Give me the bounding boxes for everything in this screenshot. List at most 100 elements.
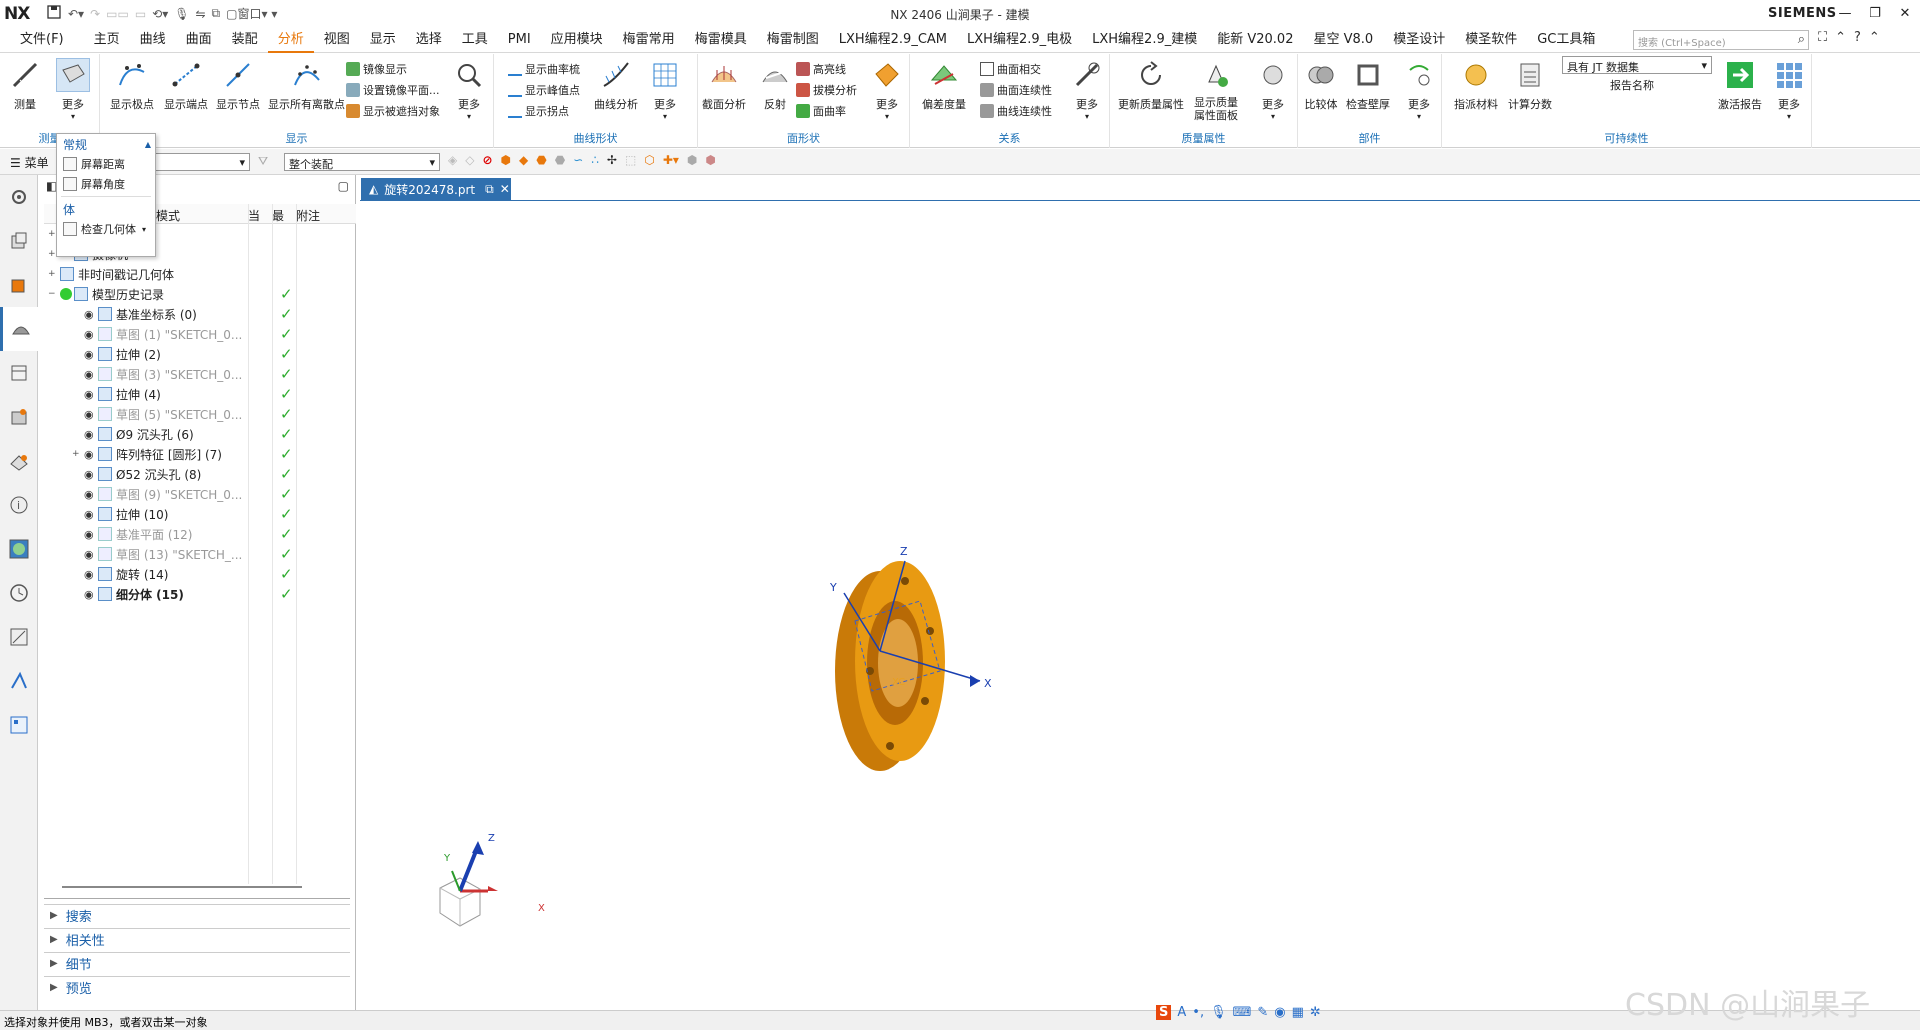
fullscreen-icon[interactable]: ⛶ [1818,30,1827,45]
solid-body-icon[interactable]: ⬢ [501,153,511,167]
tree-row[interactable]: ◉ 拉伸 (10) ✓ [44,504,356,524]
ribbon-tab[interactable]: 选择 [406,27,452,53]
shaded-icon[interactable]: ⬢ [687,153,697,167]
ribbon-tab[interactable]: 曲面 [176,27,222,53]
command-search-input[interactable]: 搜索 (Ctrl+Space) ⌕ [1633,30,1809,50]
repeat-command-icon[interactable]: ⟲▾ [152,7,168,21]
ribbon-tab[interactable]: 工具 [452,27,498,53]
show-inflections-button[interactable]: 显示拐点 [508,102,569,120]
navigator-section[interactable]: ▶ 细节 [44,952,350,974]
visibility-eye-icon[interactable]: ◉ [84,548,98,561]
tab-close-icon[interactable]: ✕ [500,182,510,196]
edge-icon[interactable]: ⬢ [705,153,715,167]
measure-button[interactable]: 测量 [8,58,42,112]
window-switch-icon[interactable]: ⧉ [212,6,221,21]
hd3d-tools-icon[interactable] [0,395,38,439]
restore-icon[interactable]: ❐ [1860,0,1890,27]
draft-analysis-button[interactable]: 拔模分析 [796,81,857,99]
more-face-button[interactable]: 更多 ▾ [870,58,904,121]
microphone-icon[interactable]: 🎙 [174,7,189,21]
tree-row[interactable]: ◉ Ø9 沉头孔 (6) ✓ [44,424,356,444]
more-mass-button[interactable]: 更多 ▾ [1256,58,1290,121]
section-analysis-button[interactable]: 截面分析 [702,58,746,112]
tree-row[interactable]: + 非时间戳记几何体 [44,264,356,284]
check-wall-button[interactable]: 检查壁厚 [1346,58,1390,112]
tree-row[interactable]: ◉ 拉伸 (4) ✓ [44,384,356,404]
ime-voice-icon[interactable]: 🎙 [1210,1005,1227,1020]
copy-icon[interactable]: ▭▭ [106,7,129,21]
calc-score-button[interactable]: 计算分数 [1508,58,1552,112]
visibility-eye-icon[interactable]: ◉ [84,448,98,461]
tree-row[interactable]: ◉ Ø52 沉头孔 (8) ✓ [44,464,356,484]
settings-icon[interactable] [0,175,38,219]
face-curvature-button[interactable]: 面曲率 [796,102,846,120]
visibility-eye-icon[interactable]: ◉ [84,328,98,341]
ribbon-tab[interactable]: 应用模块 [541,27,613,53]
tree-row[interactable]: − 模型历史记录 ✓ [44,284,356,304]
reflection-button[interactable]: 反射 [758,58,792,112]
save-icon[interactable] [46,4,62,23]
redo-icon[interactable]: ↷ [90,7,100,21]
select-all-icon[interactable]: ◈ [448,153,457,167]
set-mirror-plane-button[interactable]: 设置镜像平面... [346,81,440,99]
curve-icon[interactable]: ∽ [573,153,583,167]
filter-icon[interactable]: ⛛ [258,154,268,169]
visibility-eye-icon[interactable]: ◉ [84,408,98,421]
point-icon[interactable]: ∴ [591,153,599,167]
model-canvas[interactable]: X Z Y XC X Z Y [360,201,1920,1011]
ime-settings-icon[interactable]: ✲ [1310,1005,1321,1020]
menu-button[interactable]: ☰ 菜单 [10,154,49,171]
ribbon-tab[interactable]: 曲线 [130,27,176,53]
undo-icon[interactable]: ↶▾ [68,7,84,21]
tree-row[interactable]: ◉ 基准平面 (12) ✓ [44,524,356,544]
ribbon-tab[interactable]: PMI [498,27,541,53]
tree-row[interactable]: ◉ 拉伸 (2) ✓ [44,344,356,364]
tree-row[interactable]: ◉ 细分体 (15) ✓ [44,584,356,604]
ime-lang-icon[interactable]: A [1177,1005,1186,1020]
deviation-button[interactable]: 偏差度量 [922,58,966,112]
show-all-poles-button[interactable]: 显示所有离散点 [268,58,345,112]
check-geometry-item[interactable]: 检查几何体 ▾ [57,219,155,239]
info-icon[interactable]: i [0,483,38,527]
window-menu[interactable]: ▢窗口▾ ▾ [226,5,277,22]
wireframe-icon[interactable]: ⬚ [625,153,636,167]
system-materials-icon[interactable] [0,615,38,659]
snap-plus-icon[interactable]: ✚▾ [663,153,679,167]
ribbon-tab[interactable]: 模圣软件 [1455,27,1527,53]
ribbon-tab[interactable]: 视图 [314,27,360,53]
navigator-section[interactable]: ▶ 预览 [44,976,350,998]
show-peaks-button[interactable]: 显示峰值点 [508,81,580,99]
visibility-eye-icon[interactable]: ◉ [84,348,98,361]
assign-material-button[interactable]: 指派材料 [1454,58,1498,112]
stop-icon[interactable]: ⊘ [482,153,492,167]
screen-distance-item[interactable]: 屏幕距离 [57,154,155,174]
compare-bodies-button[interactable]: 比较体 [1304,58,1338,112]
ribbon-tab[interactable]: LXH编程2.9_CAM [829,27,957,53]
paste-icon[interactable]: ▭ [135,7,146,21]
show-knots-button[interactable]: 显示节点 [216,58,260,112]
ribbon-tab[interactable]: LXH编程2.9_建模 [1082,27,1207,53]
ime-punct-icon[interactable]: •, [1192,1005,1204,1020]
expand-toggle-icon[interactable]: + [48,269,60,279]
visibility-eye-icon[interactable]: ◉ [84,568,98,581]
mirror-display-button[interactable]: 镜像显示 [346,60,407,78]
snap-box-icon[interactable]: ⬡ [644,153,654,167]
visibility-eye-icon[interactable]: ◉ [84,388,98,401]
navigator-section[interactable]: ▶ 相关性 [44,928,350,950]
constraint-navigator-icon[interactable] [0,263,38,307]
surface-continuity-button[interactable]: 曲面连续性 [980,81,1052,99]
ime-apps-icon[interactable]: ▦ [1292,1005,1304,1020]
ribbon-tab[interactable]: 分析 [267,27,314,53]
show-curvature-comb-button[interactable]: 显示曲率梳 [508,60,580,78]
ribbon-tab[interactable]: LXH编程2.9_电极 [957,27,1082,53]
more-relation-button[interactable]: 更多 ▾ [1070,58,1104,121]
assembly-navigator-icon[interactable] [0,219,38,263]
tree-row[interactable]: ◉ 草图 (13) "SKETCH_... ✓ [44,544,356,564]
update-mass-button[interactable]: 更新质量属性 [1118,58,1184,112]
navigator-section[interactable]: ▶ 搜索 [44,904,350,926]
tree-row[interactable]: ◉ 草图 (9) "SKETCH_0... ✓ [44,484,356,504]
ribbon-tab[interactable]: 星空 V8.0 [1303,27,1383,53]
ribbon-tab[interactable]: 梅雷模具 [685,27,757,53]
surface-intersect-button[interactable]: 曲面相交 [980,60,1041,78]
more-part-button[interactable]: 更多 ▾ [1402,58,1436,121]
